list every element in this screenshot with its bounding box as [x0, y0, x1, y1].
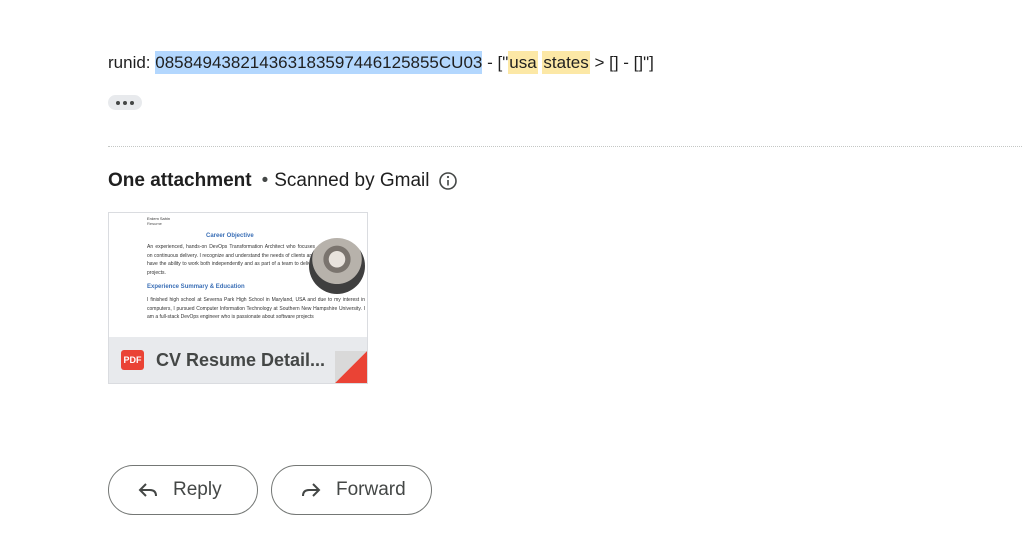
preview-heading-experience: Experience Summary & Education: [147, 284, 245, 290]
more-horiz-icon: [116, 100, 120, 105]
dot: [130, 100, 134, 105]
preview-paragraph-1: An experienced, hands-on DevOps Transfor…: [147, 244, 315, 276]
attachment-preview[interactable]: Erdem Sahin Resume Career Objective An e…: [109, 213, 367, 337]
attachment-footer[interactable]: PDF CV Resume Detail...: [109, 337, 367, 383]
preview-heading-career: Career Objective: [206, 233, 254, 239]
info-icon[interactable]: [438, 171, 458, 191]
reply-label: Reply: [173, 479, 222, 500]
runid-separator: - [": [482, 53, 509, 72]
preview-paragraph-2: I finished high school at Severna Park H…: [147, 297, 365, 320]
highlight-usa: usa: [508, 51, 538, 74]
attachments-title: One attachment: [108, 170, 252, 191]
runid-label: runid:: [108, 53, 156, 72]
page-fold-icon: [335, 351, 367, 383]
runid-suffix: > [] - []"]: [589, 53, 654, 72]
dot: [123, 100, 127, 105]
attachment-file-name: CV Resume Detail...: [156, 350, 326, 370]
runid-value: 085849438214363183597446125855CU03: [155, 51, 483, 74]
attachments-divider: [108, 146, 1022, 147]
preview-subtitle: Resume: [147, 221, 162, 226]
forward-label: Forward: [336, 479, 406, 500]
forward-button[interactable]: Forward: [271, 465, 432, 515]
message-body-line: runid: 085849438214363183597446125855CU0…: [108, 51, 654, 74]
forward-icon: [302, 483, 321, 497]
attachments-header: One attachment • Scanned by Gmail: [108, 169, 458, 193]
separator-dot: •: [261, 170, 269, 191]
profile-photo: [309, 238, 365, 294]
attachment-card[interactable]: Erdem Sahin Resume Career Objective An e…: [108, 212, 368, 384]
show-trimmed-content-button[interactable]: [108, 95, 142, 110]
reply-button[interactable]: Reply: [108, 465, 258, 515]
pdf-icon: PDF: [121, 350, 144, 370]
scanned-by-gmail-label: Scanned by Gmail: [274, 170, 430, 191]
reply-icon: [138, 483, 157, 497]
highlight-states: states: [542, 51, 590, 74]
